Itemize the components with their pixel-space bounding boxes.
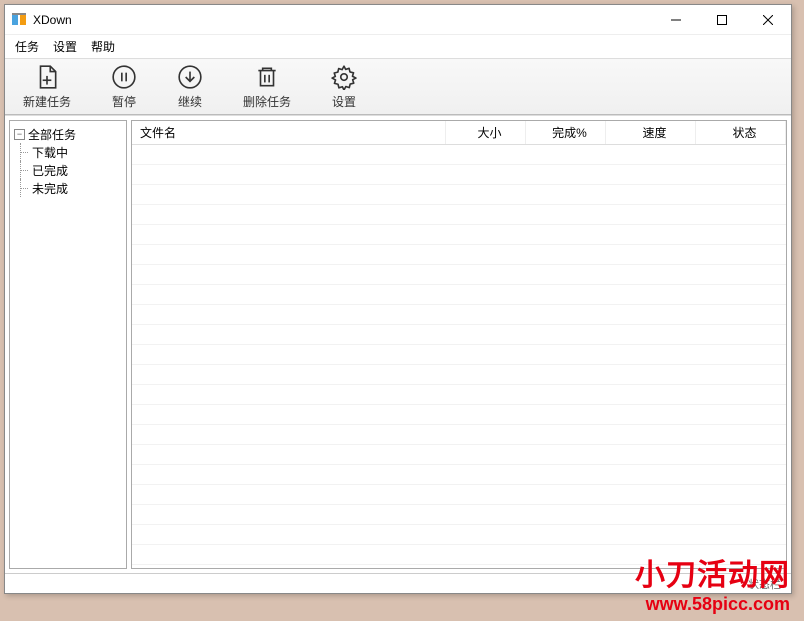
titlebar: XDown: [5, 5, 791, 35]
col-size[interactable]: 大小: [446, 121, 526, 144]
column-headers: 文件名 大小 完成% 速度 状态: [132, 121, 786, 145]
col-done[interactable]: 完成%: [526, 121, 606, 144]
table-row: [132, 405, 786, 425]
collapse-icon[interactable]: −: [14, 129, 25, 140]
pause-button[interactable]: 暂停: [111, 64, 137, 110]
resume-label: 继续: [178, 93, 202, 110]
table-row: [132, 265, 786, 285]
tree-item-completed[interactable]: 已完成: [10, 161, 126, 179]
task-list: 文件名 大小 完成% 速度 状态: [131, 120, 787, 569]
table-row: [132, 345, 786, 365]
watermark-url: www.58picc.com: [635, 594, 790, 615]
table-row: [132, 505, 786, 525]
maximize-button[interactable]: [699, 5, 745, 34]
pause-icon: [111, 64, 137, 90]
table-row: [132, 285, 786, 305]
col-filename[interactable]: 文件名: [132, 121, 446, 144]
app-window: XDown 任务 设置 帮助 新建任务 暂停: [4, 4, 792, 594]
table-row: [132, 525, 786, 545]
statusbar: 状态栏: [5, 573, 791, 593]
table-row: [132, 205, 786, 225]
window-title: XDown: [33, 13, 653, 27]
tree-root[interactable]: − 全部任务: [10, 125, 126, 143]
col-speed[interactable]: 速度: [606, 121, 696, 144]
status-text: 状态栏: [748, 576, 781, 592]
tree-item-downloading[interactable]: 下载中: [10, 143, 126, 161]
tree-item-incomplete[interactable]: 未完成: [10, 179, 126, 197]
app-icon: [11, 12, 27, 28]
minimize-button[interactable]: [653, 5, 699, 34]
table-row: [132, 245, 786, 265]
menu-task[interactable]: 任务: [15, 38, 39, 55]
table-row: [132, 445, 786, 465]
table-row: [132, 225, 786, 245]
table-row: [132, 185, 786, 205]
table-row: [132, 325, 786, 345]
tree-root-label: 全部任务: [28, 126, 76, 143]
table-row: [132, 305, 786, 325]
menubar: 任务 设置 帮助: [5, 35, 791, 59]
table-row: [132, 425, 786, 445]
table-row: [132, 385, 786, 405]
settings-button[interactable]: 设置: [331, 64, 357, 110]
file-plus-icon: [34, 64, 60, 90]
trash-icon: [254, 64, 280, 90]
table-row: [132, 145, 786, 165]
task-tree[interactable]: − 全部任务 下载中 已完成 未完成: [9, 120, 127, 569]
menu-help[interactable]: 帮助: [91, 38, 115, 55]
window-controls: [653, 5, 791, 34]
new-task-button[interactable]: 新建任务: [23, 64, 71, 110]
pause-label: 暂停: [112, 93, 136, 110]
download-icon: [177, 64, 203, 90]
table-row: [132, 485, 786, 505]
new-task-label: 新建任务: [23, 93, 71, 110]
delete-task-button[interactable]: 删除任务: [243, 64, 291, 110]
menu-settings[interactable]: 设置: [53, 38, 77, 55]
table-row: [132, 165, 786, 185]
delete-task-label: 删除任务: [243, 93, 291, 110]
table-row: [132, 365, 786, 385]
gear-icon: [331, 64, 357, 90]
settings-label: 设置: [332, 93, 356, 110]
table-row: [132, 545, 786, 565]
close-button[interactable]: [745, 5, 791, 34]
col-status[interactable]: 状态: [696, 121, 786, 144]
task-rows[interactable]: [132, 145, 786, 568]
content-area: − 全部任务 下载中 已完成 未完成 文件名 大小 完成% 速度 状态: [5, 115, 791, 573]
table-row: [132, 465, 786, 485]
toolbar: 新建任务 暂停 继续 删除任务 设置: [5, 59, 791, 115]
resume-button[interactable]: 继续: [177, 64, 203, 110]
